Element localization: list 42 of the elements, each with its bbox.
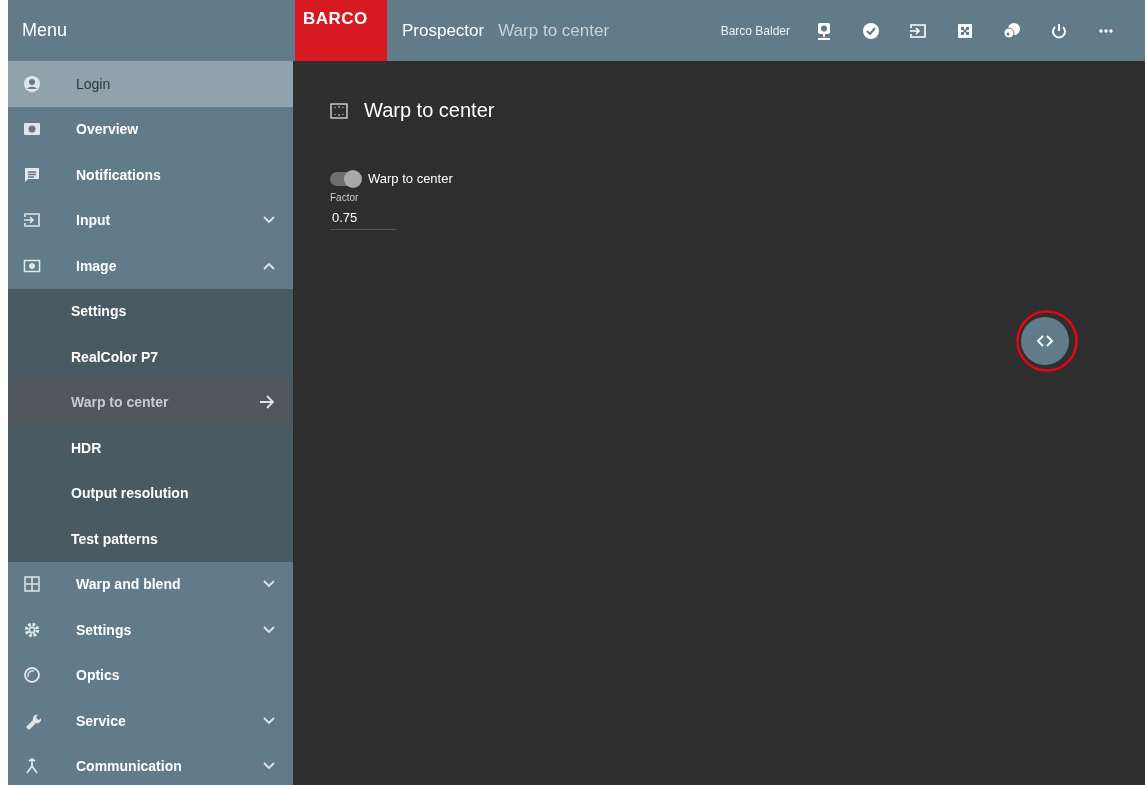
submenu-item[interactable]: Test patterns <box>8 516 293 562</box>
menu-item[interactable]: Overview <box>8 106 293 152</box>
menu-item[interactable]: Settings <box>8 607 293 653</box>
menu-item[interactable]: Input <box>8 197 293 243</box>
chevron-up-icon <box>263 261 275 270</box>
menu-item[interactable]: Warp and blend <box>8 561 293 607</box>
code-icon <box>1037 335 1053 347</box>
menu-item[interactable]: Login <box>8 61 293 107</box>
app-title: Prospector <box>402 20 485 41</box>
user-name: Barco Balder <box>720 23 790 38</box>
menu-item[interactable]: Image <box>8 243 293 289</box>
menu-item[interactable]: Service <box>8 698 293 744</box>
chevron-down-icon <box>263 716 275 725</box>
arrow-right-icon <box>259 395 275 410</box>
section-title: Warp to center <box>364 99 495 122</box>
chevron-down-icon <box>263 625 275 634</box>
submenu-item[interactable]: Output resolution <box>8 470 293 516</box>
menu-item[interactable]: Notifications <box>8 152 293 198</box>
submenu-item[interactable]: Settings <box>8 288 293 334</box>
menu-item[interactable]: Optics <box>8 652 293 698</box>
grid-icon <box>23 575 41 594</box>
input-icon <box>23 211 41 230</box>
gear-icon <box>23 620 41 639</box>
chevron-down-icon <box>263 580 275 589</box>
factor-field[interactable]: 0.75 <box>330 210 396 230</box>
brand-logo: BARCO <box>295 0 387 61</box>
circle-icon <box>23 666 41 685</box>
submenu-item[interactable]: HDR <box>8 425 293 471</box>
message-icon <box>23 165 41 184</box>
submenu-item[interactable]: Warp to center <box>8 379 293 425</box>
fullscreen-icon <box>330 102 348 119</box>
chevron-down-icon <box>263 762 275 771</box>
antenna-icon <box>23 757 41 776</box>
toggle-label: Warp to center <box>368 171 453 186</box>
chevron-down-icon <box>263 216 275 225</box>
expand-button[interactable] <box>1021 317 1069 365</box>
menu-item[interactable]: Communication <box>8 743 293 785</box>
field-label: Factor <box>330 192 359 203</box>
page-title: Warp to center <box>498 20 610 41</box>
submenu-item[interactable]: RealColor P7 <box>8 334 293 380</box>
toggle-switch[interactable] <box>330 171 361 186</box>
user-icon <box>23 74 41 93</box>
